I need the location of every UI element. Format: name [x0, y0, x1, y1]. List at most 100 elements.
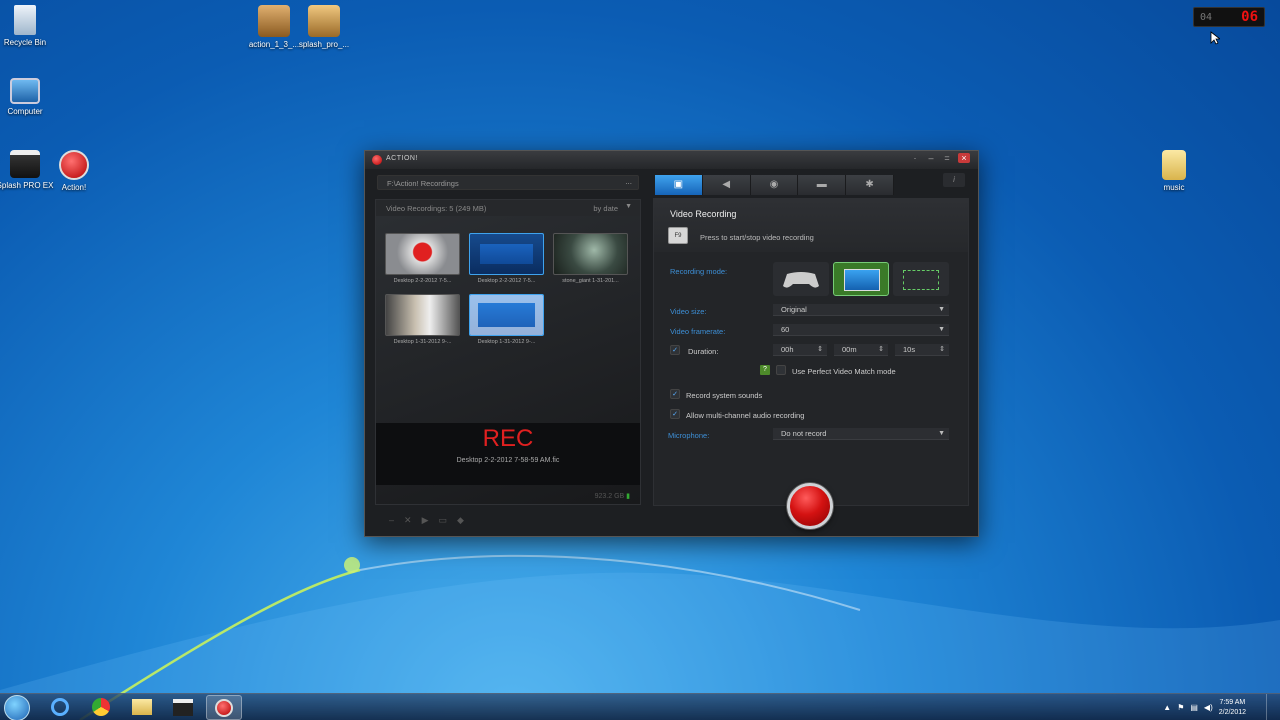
upload-icon[interactable]: ◆	[457, 515, 464, 526]
start-button[interactable]	[4, 695, 30, 720]
system-tray: ▲ ⚑ ▤ ◀) 7:59 AM 2/2/2012	[1163, 694, 1280, 720]
duration-seconds-stepper[interactable]: 10s ⇕	[895, 344, 949, 356]
record-icon	[215, 699, 233, 717]
chrome-icon	[92, 698, 110, 716]
film-icon: ▣	[673, 179, 684, 190]
network-icon[interactable]: ▤	[1190, 703, 1198, 712]
framerate-dropdown[interactable]: 60 ▼	[773, 324, 949, 336]
sort-dropdown[interactable]: by date	[593, 204, 618, 213]
taskbar-internet-explorer[interactable]	[42, 695, 78, 720]
hotkey-button[interactable]: F9	[668, 227, 688, 244]
taskbar-chrome[interactable]	[83, 695, 119, 720]
thumbnail-image	[553, 233, 628, 275]
mode-game-button[interactable]	[773, 262, 829, 296]
desktop-icon-splash-installer[interactable]: splash_pro_...	[289, 5, 359, 49]
recording-label: Desktop 2-2-2012 7-5...	[393, 278, 452, 284]
desktop-icon-music[interactable]: music	[1139, 150, 1209, 192]
spinner-icon: ⇕	[817, 346, 823, 353]
taskbar: ▲ ⚑ ▤ ◀) 7:59 AM 2/2/2012	[0, 693, 1280, 720]
tab-settings[interactable]: ✱	[846, 175, 894, 195]
taskbar-action[interactable]	[206, 695, 242, 720]
taskbar-explorer[interactable]	[124, 695, 160, 720]
duration-label: Duration:	[688, 347, 719, 356]
mouse-cursor-icon	[1210, 31, 1220, 45]
action-window: ACTION! · – = × F:\Action! Recordings ..…	[364, 150, 979, 537]
settings-tabs: ▣ ◀ ◉ ▬ ✱	[655, 175, 894, 195]
delete-icon[interactable]: ✕	[404, 515, 412, 526]
recording-thumbnail[interactable]: Desktop 2-2-2012 7-5...	[469, 233, 544, 284]
folder-icon[interactable]: ▭	[438, 515, 447, 526]
show-desktop-button[interactable]	[1266, 694, 1280, 720]
fps-counter-value: 06	[1241, 9, 1258, 25]
computer-icon	[10, 78, 40, 104]
tab-benchmark[interactable]: ◉	[750, 175, 799, 195]
video-size-label: Video size:	[670, 307, 707, 316]
duration-checkbox[interactable]: ✓	[670, 345, 680, 355]
mode-region-button[interactable]	[893, 262, 949, 296]
mode-desktop-button[interactable]	[833, 262, 889, 296]
recording-label: Desktop 1-31-2012 9-...	[477, 339, 536, 345]
info-button[interactable]: i	[943, 173, 965, 187]
clock-date: 2/2/2012	[1218, 708, 1246, 716]
thumbnail-image	[385, 233, 460, 275]
thumbnail-image	[469, 233, 544, 275]
tab-video[interactable]: ▣	[655, 175, 703, 195]
spinner-icon: ⇕	[939, 346, 945, 353]
action-logo-icon	[372, 155, 382, 165]
tab-screenshot[interactable]: ▬	[798, 175, 847, 195]
recording-label: Desktop 2-2-2012 7-5...	[477, 278, 536, 284]
tab-audio[interactable]: ◀	[702, 175, 751, 195]
video-size-dropdown[interactable]: Original ▼	[773, 304, 949, 316]
recording-thumbnail[interactable]: stone_giant 1-31-201...	[553, 233, 628, 284]
recordings-path-field[interactable]: F:\Action! Recordings ...	[377, 175, 639, 190]
recordings-panel: Video Recordings: 5 (249 MB) by date ▼ D…	[375, 199, 641, 505]
flag-icon[interactable]: ⚑	[1177, 703, 1184, 712]
volume-icon[interactable]: ◀)	[1204, 703, 1213, 712]
window-titlebar[interactable]: ACTION! · – = ×	[365, 151, 978, 169]
desktop-icon-action[interactable]: Action!	[39, 150, 109, 192]
recording-thumbnail[interactable]: Desktop 1-31-2012 9-...	[385, 294, 460, 345]
clapperboard-icon	[173, 699, 193, 716]
compact-button[interactable]: =	[942, 153, 952, 163]
thumbnail-image	[469, 294, 544, 336]
video-settings-panel: Video Recording F9 Press to start/stop v…	[653, 198, 969, 506]
desktop-icon-label: Action!	[61, 183, 87, 192]
folder-icon	[132, 699, 152, 715]
desktop-icon-label: Recycle Bin	[3, 38, 47, 47]
recordings-path: F:\Action! Recordings	[387, 179, 459, 188]
close-button[interactable]: ×	[958, 153, 970, 163]
record-button[interactable]	[787, 483, 833, 529]
recordings-count: Video Recordings: 5 (249 MB)	[386, 204, 487, 213]
current-recording-file: Desktop 2-2-2012 7-58-59 AM.fic	[456, 457, 560, 464]
perfect-match-checkbox[interactable]	[776, 365, 786, 375]
help-icon[interactable]: ?	[760, 365, 770, 375]
camera-icon: ▬	[816, 179, 827, 190]
chevron-down-icon: ▼	[938, 306, 945, 313]
play-icon[interactable]: ▶	[422, 515, 429, 526]
chevron-down-icon: ▼	[938, 430, 945, 437]
framerate-value: 60	[781, 325, 790, 334]
record-system-sounds-label: Record system sounds	[686, 391, 763, 400]
desktop-icon-recycle-bin[interactable]: Recycle Bin	[0, 5, 60, 47]
tray-expand-icon[interactable]: ▲	[1163, 703, 1171, 712]
taskbar-splash-pro[interactable]	[165, 695, 201, 720]
minus-icon[interactable]: –	[389, 515, 394, 526]
minimize-to-tray-button[interactable]: ·	[910, 153, 920, 163]
panel-title: Video Recording	[670, 209, 737, 219]
installer-box-icon	[308, 5, 340, 37]
desktop-icon-computer[interactable]: Computer	[0, 78, 60, 116]
duration-minutes-stepper[interactable]: 00m ⇕	[834, 344, 888, 356]
microphone-dropdown[interactable]: Do not record ▼	[773, 428, 949, 440]
recording-thumbnail[interactable]: Desktop 2-2-2012 7-5...	[385, 233, 460, 284]
duration-hours-stepper[interactable]: 00h ⇕	[773, 344, 827, 356]
system-clock[interactable]: 7:59 AM 2/2/2012	[1219, 698, 1246, 718]
desktop-mode-icon	[844, 269, 880, 291]
minimize-button[interactable]: –	[926, 153, 936, 163]
fps-counter-widget: 04 06	[1193, 7, 1265, 27]
browse-folder-button[interactable]: ...	[625, 177, 632, 186]
multichannel-audio-checkbox[interactable]: ✓	[670, 409, 680, 419]
recording-thumbnail[interactable]: Desktop 1-31-2012 9-...	[469, 294, 544, 345]
desktop-icon-label: music	[1163, 183, 1185, 192]
record-system-sounds-checkbox[interactable]: ✓	[670, 389, 680, 399]
video-framerate-label: Video framerate:	[670, 327, 726, 336]
